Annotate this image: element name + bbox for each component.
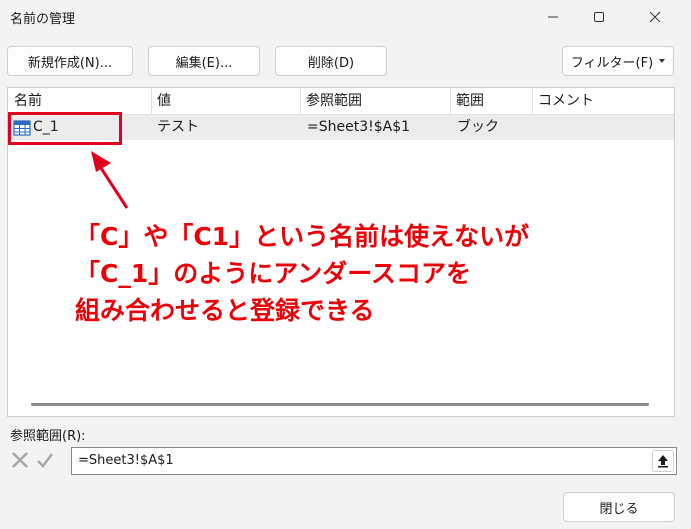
- filter-button-label: フィルター(F): [570, 55, 654, 71]
- row-scope-cell: ブック: [457, 119, 499, 135]
- refers-to-input[interactable]: =Sheet3!$A$1: [71, 447, 677, 475]
- column-header-refers-to[interactable]: 参照範囲: [300, 88, 450, 114]
- window-close-button[interactable]: [632, 0, 678, 34]
- confirm-edit-button[interactable]: [33, 449, 57, 471]
- new-button[interactable]: 新規作成(N)...: [7, 46, 133, 76]
- annotation-line: 組み合わせると登録できる: [75, 296, 375, 325]
- column-header-value[interactable]: 値: [151, 88, 300, 114]
- cancel-edit-button[interactable]: [8, 449, 32, 471]
- maximize-button[interactable]: [576, 0, 622, 34]
- column-header-comment[interactable]: コメント: [532, 88, 674, 114]
- column-header-scope[interactable]: 範囲: [450, 88, 532, 114]
- close-button[interactable]: 閉じる: [563, 492, 675, 522]
- filter-button[interactable]: フィルター(F): [562, 46, 674, 76]
- row-value-cell: テスト: [157, 119, 199, 135]
- annotation-highlight-box: [8, 112, 122, 145]
- minimize-button[interactable]: [530, 0, 576, 34]
- edit-button[interactable]: 編集(E)...: [148, 46, 260, 76]
- column-header-name[interactable]: 名前: [8, 88, 151, 114]
- window-title: 名前の管理: [10, 12, 76, 27]
- close-icon: [649, 11, 661, 23]
- row-refers-to-cell: =Sheet3!$A$1: [307, 119, 411, 135]
- collapse-dialog-icon: [658, 455, 668, 468]
- minimize-icon: [548, 16, 558, 18]
- cancel-x-icon: [12, 452, 28, 468]
- chevron-down-icon: [659, 59, 666, 63]
- title-bar: 名前の管理: [0, 0, 691, 34]
- collapse-dialog-button[interactable]: [652, 450, 674, 472]
- refers-to-row: =Sheet3!$A$1: [7, 447, 677, 475]
- delete-button[interactable]: 削除(D): [275, 46, 387, 76]
- annotation-line: 「C_1」のようにアンダースコアを: [75, 259, 471, 288]
- annotation-text: 「C」や「C1」という名前は使えないが 「C_1」のようにアンダースコアを 組み…: [75, 218, 675, 329]
- confirm-check-icon: [37, 453, 53, 468]
- maximize-icon: [594, 12, 604, 22]
- refers-to-label: 参照範囲(R):: [10, 429, 86, 444]
- horizontal-scrollbar[interactable]: [31, 403, 649, 406]
- refers-to-value: =Sheet3!$A$1: [78, 453, 174, 468]
- annotation-line: 「C」や「C1」という名前は使えないが: [75, 222, 530, 251]
- list-header: 名前 値 参照範囲 範囲 コメント: [8, 88, 674, 115]
